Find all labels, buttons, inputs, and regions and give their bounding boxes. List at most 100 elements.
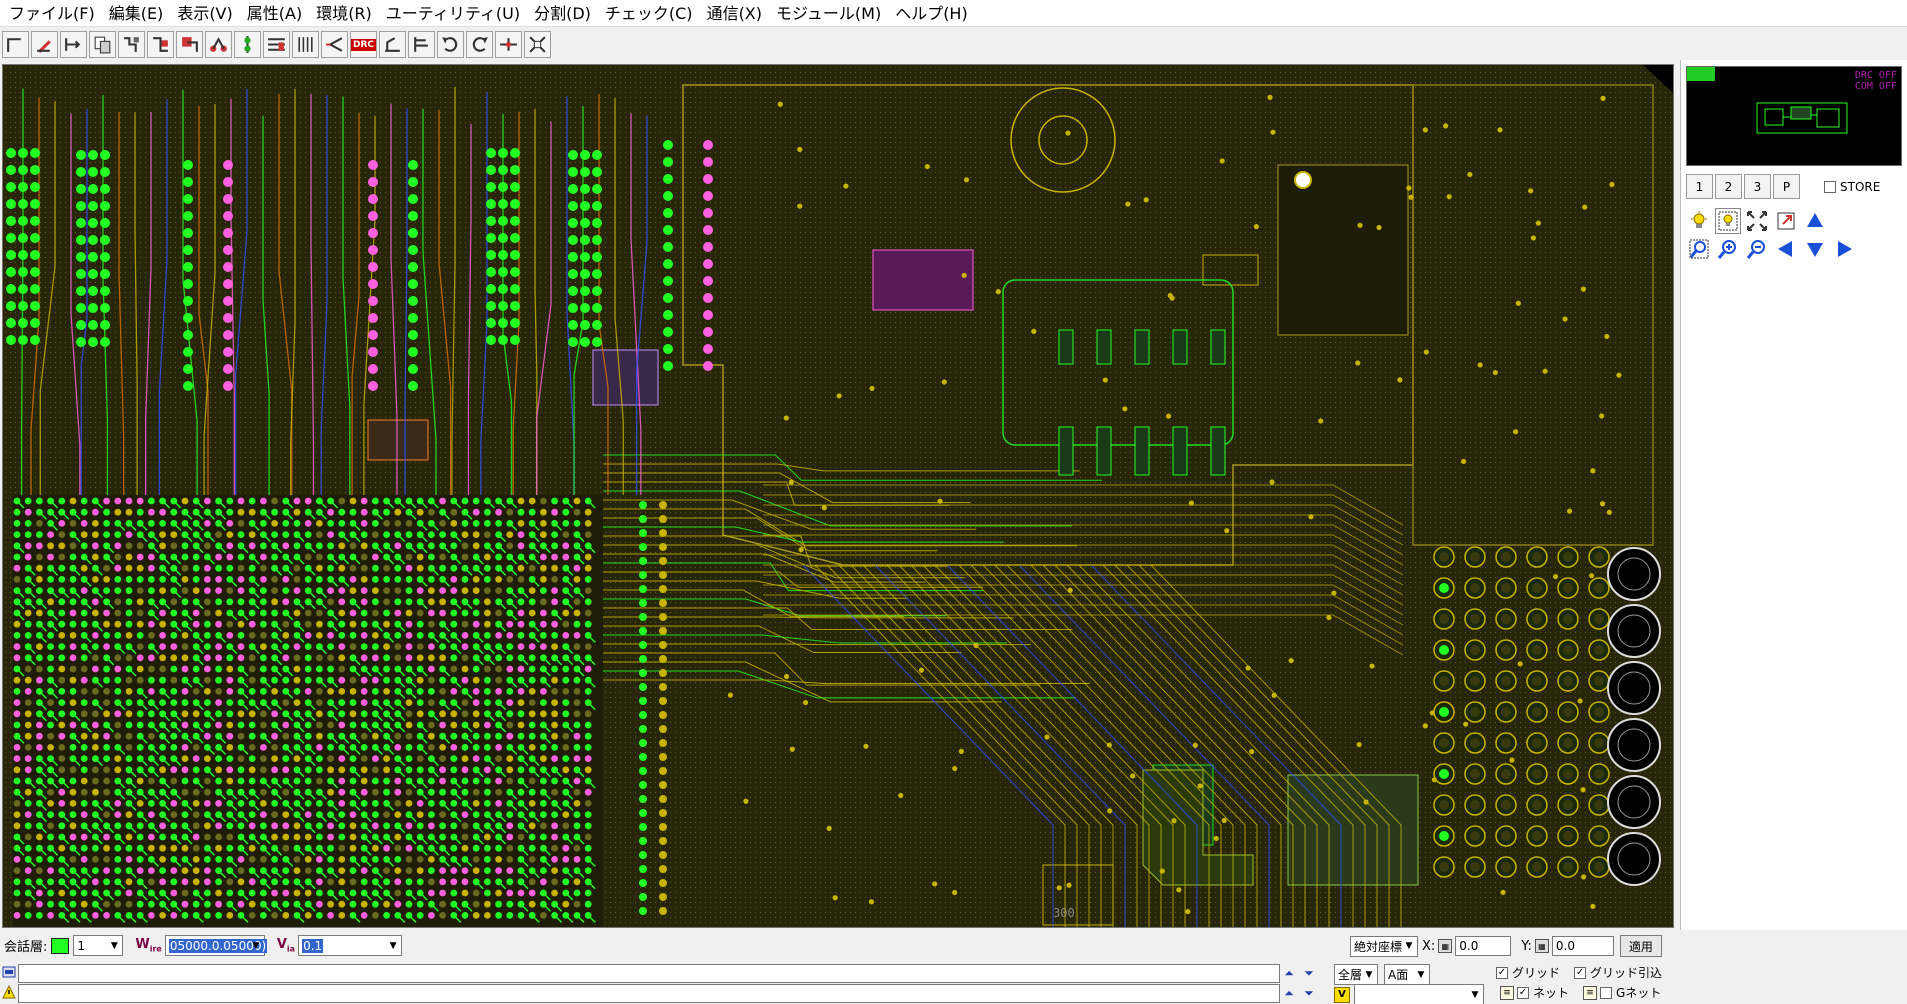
zoom-out-button[interactable] [1744, 236, 1770, 262]
via-label: Via [276, 937, 296, 954]
menu-divide[interactable]: 分割(D) [527, 0, 598, 27]
split-tool-button[interactable] [495, 31, 522, 58]
minimap-board [1756, 102, 1848, 134]
align-tool-button[interactable] [263, 31, 290, 58]
expand-icon [1747, 211, 1767, 231]
measure-tool-button[interactable] [379, 31, 406, 58]
x-coordinate-input[interactable]: 0.0 [1455, 936, 1512, 956]
layer-color-swatch[interactable] [51, 937, 70, 954]
via-select[interactable]: 0.1 ▼ [298, 935, 403, 956]
chevron-down-icon: ▼ [389, 940, 397, 951]
move-tool-button[interactable] [60, 31, 87, 58]
grid-snap-option[interactable]: ✓ グリッド引込 [1574, 964, 1662, 981]
calculator-icon[interactable]: ▦ [1438, 939, 1453, 953]
bus-tool-button[interactable] [292, 31, 319, 58]
pcb-board: 300 [3, 65, 1673, 927]
pencil-icon [37, 40, 51, 53]
drc-tool-button[interactable]: DRC [350, 31, 377, 58]
menu-utility[interactable]: ユーティリティ(U) [379, 0, 527, 27]
gnet-option[interactable]: Gネット [1600, 984, 1661, 1001]
overview-minimap[interactable]: DRC OFF COM OFF [1686, 66, 1902, 166]
net-checkbox[interactable]: ✓ [1517, 986, 1529, 999]
menu-file[interactable]: ファイル(F) [2, 0, 102, 27]
net-tool-button[interactable] [205, 31, 232, 58]
wire-width-select[interactable]: 05000.0.05000) ▼ [164, 935, 268, 956]
via-icon [182, 37, 198, 52]
zoom-window-button[interactable] [1773, 208, 1799, 234]
menu-environment[interactable]: 環境(R) [309, 0, 379, 27]
net-option[interactable]: ✓ ネット [1517, 984, 1569, 1001]
via-filter: V ▼ [1334, 984, 1484, 1004]
edit-tool-button[interactable] [31, 31, 58, 58]
stack-tool-button[interactable] [234, 31, 261, 58]
via-tool-button[interactable] [176, 31, 203, 58]
view-preset-3[interactable]: 3 [1744, 174, 1771, 199]
y-coordinate-input[interactable]: 0.0 [1551, 936, 1614, 956]
push-tool-button[interactable] [408, 31, 435, 58]
scroll-down-icon[interactable]: ⏷ [1300, 964, 1318, 982]
fit-icon [529, 36, 546, 53]
grid-snap-checkbox[interactable]: ✓ [1574, 966, 1587, 979]
stack-icon [244, 36, 251, 53]
zoom-area-button[interactable] [1686, 236, 1712, 262]
chevron-down-icon: ▼ [252, 940, 260, 951]
view-preset-1[interactable]: 1 [1686, 174, 1713, 199]
layer-tool-button[interactable] [118, 31, 145, 58]
right-panel: DRC OFF COM OFF 1 2 3 P STORE [1680, 60, 1907, 1000]
redo-icon [472, 37, 488, 52]
coordinate-mode-select[interactable]: 絶対座標 ▼ [1350, 935, 1418, 957]
gnet-checkbox[interactable] [1600, 986, 1613, 999]
scroll-up-icon[interactable]: ⏶ [1280, 984, 1298, 1002]
redo-button[interactable] [466, 31, 493, 58]
highlight-button[interactable] [1686, 208, 1712, 234]
coordinate-settings: 絶対座標 ▼ X: ▦ 0.0 Y: ▦ 0.0 適用 [1350, 935, 1662, 957]
route-tool-button[interactable] [321, 31, 348, 58]
lightbulb-frame-icon [1718, 211, 1738, 231]
grid-option[interactable]: ✓ グリッド [1496, 964, 1560, 981]
view-preset-p[interactable]: P [1773, 174, 1800, 199]
view-preset-bar: 1 2 3 P STORE [1686, 174, 1880, 199]
all-layers-select[interactable]: 全層 ▼ [1334, 964, 1378, 985]
copy-icon [94, 36, 111, 54]
scroll-up-icon[interactable]: ⏶ [1280, 964, 1298, 982]
pan-down-button[interactable] [1802, 236, 1828, 262]
arrow-down-icon [1807, 243, 1823, 257]
via-filter-select[interactable]: ▼ [1354, 984, 1484, 1004]
wire-tool-button[interactable] [2, 31, 29, 58]
menu-communication[interactable]: 通信(X) [700, 0, 769, 27]
menu-attribute[interactable]: 属性(A) [240, 0, 309, 27]
board-label: 300 [1053, 906, 1075, 920]
menu-help[interactable]: ヘルプ(H) [888, 0, 975, 27]
store-option[interactable]: STORE [1824, 180, 1880, 194]
store-label: STORE [1840, 179, 1881, 194]
net-icon [210, 37, 227, 52]
menu-module[interactable]: モジュール(M) [769, 0, 888, 27]
bus-icon [298, 37, 313, 52]
parts-tool-button[interactable] [147, 31, 174, 58]
grid-checkbox[interactable]: ✓ [1496, 966, 1508, 979]
pcb-canvas[interactable]: 300 [2, 64, 1674, 928]
chevron-down-icon: ▼ [1365, 969, 1373, 980]
undo-button[interactable] [437, 31, 464, 58]
store-checkbox[interactable] [1824, 180, 1836, 193]
highlight-select-button[interactable] [1715, 208, 1741, 234]
menu-check[interactable]: チェック(C) [598, 0, 700, 27]
command-input[interactable] [18, 964, 1280, 983]
zoom-fit-button[interactable] [1744, 208, 1770, 234]
menu-edit[interactable]: 編集(E) [102, 0, 171, 27]
layer-select[interactable]: 1 ▼ [73, 935, 124, 956]
pan-left-button[interactable] [1773, 236, 1799, 262]
side-select[interactable]: A面 ▼ [1384, 964, 1430, 985]
pan-right-button[interactable] [1831, 236, 1857, 262]
menu-view[interactable]: 表示(V) [170, 0, 239, 27]
zoom-in-button[interactable] [1715, 236, 1741, 262]
pan-up-button[interactable] [1802, 208, 1828, 234]
calculator-icon[interactable]: ▦ [1534, 939, 1549, 953]
command-icon [2, 966, 16, 978]
view-preset-2[interactable]: 2 [1715, 174, 1742, 199]
fit-tool-button[interactable] [524, 31, 551, 58]
apply-button[interactable]: 適用 [1619, 935, 1662, 957]
chevron-down-icon: ▼ [110, 940, 118, 951]
copy-tool-button[interactable] [89, 31, 116, 58]
scroll-down-icon[interactable]: ⏷ [1300, 984, 1318, 1002]
